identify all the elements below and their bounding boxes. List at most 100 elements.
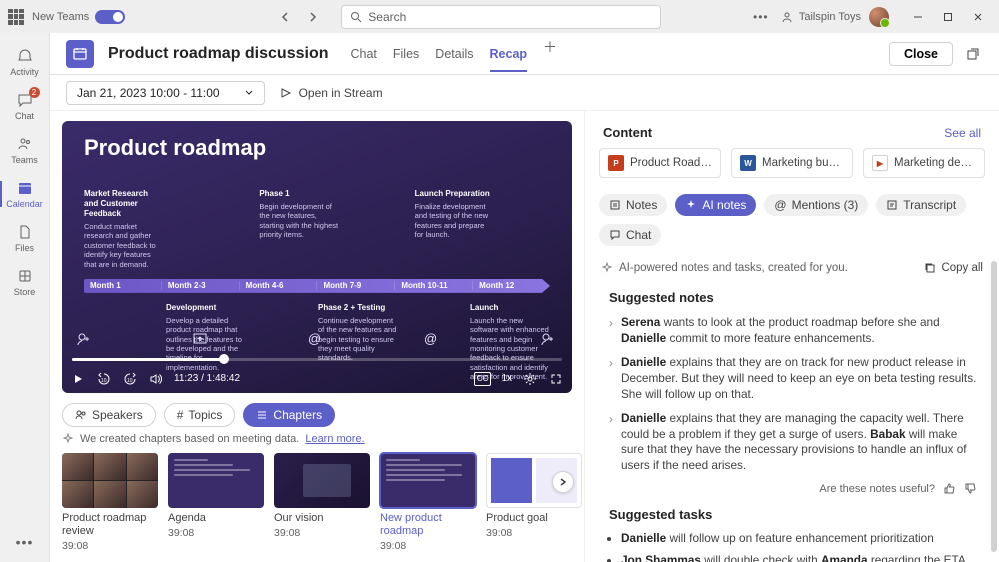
speakers-chip[interactable]: Speakers [62,403,156,427]
chapter-card[interactable]: Product roadmap review39:08 [62,453,158,552]
open-in-stream-button[interactable]: Open in Stream [279,86,383,100]
fullscreen-button[interactable] [548,371,564,387]
recording-player[interactable]: Product roadmap Market Research and Cust… [62,121,572,393]
video-time: 11:23 / 1:48:42 [174,373,240,384]
org-switcher[interactable]: Tailspin Toys [781,11,861,23]
rail-more-button[interactable]: ••• [0,534,50,550]
roadmap-timeline: Month 1Month 2-3Month 4-6Month 7-9Month … [84,279,550,293]
rail-label: Store [14,287,36,297]
chapter-card[interactable]: New product roadmap39:08 [380,453,476,552]
note-item[interactable]: ›Serena wants to look at the product roa… [609,311,979,351]
task-item[interactable]: Jon Shammas will double check with Amand… [621,550,975,562]
chevron-down-icon [244,88,254,98]
see-all-link[interactable]: See all [944,126,981,140]
skip-back-button[interactable]: 10 [96,371,112,387]
ai-notes-pill[interactable]: AI notes [675,194,756,216]
app-grid-icon[interactable] [8,9,24,25]
copy-icon [924,262,936,274]
close-button[interactable]: Close [889,42,953,66]
note-icon [609,199,621,211]
mention-marker-icon[interactable]: @ [424,331,442,349]
file-card[interactable]: ▶Marketing demo... [863,148,985,178]
rail-activity[interactable]: Activity [0,41,50,83]
rail-label: Files [15,243,34,253]
chapter-thumbnail [168,453,264,508]
window-maximize-button[interactable] [935,5,961,29]
screen-share-icon[interactable] [192,331,210,349]
tab-details[interactable]: Details [435,37,473,71]
progress-handle[interactable] [219,354,229,364]
more-options-button[interactable]: ••• [749,10,773,24]
note-item[interactable]: ›Danielle explains that they are on trac… [609,351,979,407]
search-icon [350,11,362,23]
tab-files[interactable]: Files [393,37,419,71]
rail-label: Activity [10,67,39,77]
settings-button[interactable] [522,371,538,387]
tab-recap[interactable]: Recap [490,37,528,71]
toggle-switch-icon[interactable] [95,10,125,24]
thumbs-down-button[interactable] [964,482,977,495]
thumbs-up-button[interactable] [943,482,956,495]
window-minimize-button[interactable] [905,5,931,29]
org-name: Tailspin Toys [799,11,861,23]
recording-column: Product roadmap Market Research and Cust… [50,111,584,562]
rail-calendar[interactable]: Calendar [0,173,50,215]
play-button[interactable] [70,371,86,387]
rail-chat[interactable]: 2Chat [0,85,50,127]
chapter-card[interactable]: Product goal39:08 [486,453,582,552]
add-tab-button[interactable]: ＋ [543,37,557,71]
task-item[interactable]: Danielle will follow up on feature enhan… [621,528,975,550]
mentions-pill[interactable]: @Mentions (3) [764,194,868,216]
copy-all-button[interactable]: Copy all [924,262,983,274]
chevron-right-icon: › [609,356,613,403]
learn-more-link[interactable]: Learn more. [305,433,364,445]
chapter-card[interactable]: Our vision39:08 [274,453,370,552]
window-close-button[interactable] [965,5,991,29]
file-card[interactable]: WMarketing budget... [731,148,853,178]
chapters-hint: We created chapters based on meeting dat… [62,433,572,445]
org-icon [781,11,793,23]
add-participant-icon[interactable] [540,331,558,349]
list-icon [256,409,268,421]
chapters-chip[interactable]: Chapters [243,403,335,427]
slide-content: Market Research and Customer FeedbackCon… [84,189,550,382]
playback-speed-button[interactable]: 1x [501,371,512,387]
search-input[interactable]: Search [341,5,661,29]
new-teams-toggle[interactable]: New Teams [32,10,125,24]
slide-title: Product roadmap [62,121,572,167]
scrollbar-thumb[interactable] [991,261,997,552]
transcript-pill[interactable]: Transcript [876,194,966,216]
rail-store[interactable]: Store [0,261,50,303]
video-progress-bar[interactable] [72,358,562,361]
feedback-row: Are these notes useful? [585,478,999,497]
tab-chat[interactable]: Chat [350,37,376,71]
mention-marker-icon[interactable]: @ [308,331,326,349]
title-bar: New Teams Search ••• Tailspin Toys [0,0,999,33]
hash-icon: # [177,408,184,422]
suggested-tasks-heading: Suggested tasks [585,497,999,528]
note-item[interactable]: ›Danielle explains that they are managin… [609,407,979,479]
volume-button[interactable] [148,371,164,387]
add-participant-icon[interactable] [76,331,94,349]
notes-pill[interactable]: Notes [599,194,667,216]
user-avatar[interactable] [869,7,889,27]
nav-forward-button[interactable] [301,5,325,29]
search-placeholder: Search [368,10,406,24]
file-card[interactable]: PProduct Roadmap... [599,148,721,178]
file-list: PProduct Roadmap... WMarketing budget...… [585,148,999,190]
topics-chip[interactable]: #Topics [164,403,236,427]
rail-files[interactable]: Files [0,217,50,259]
skip-forward-button[interactable]: 10 [122,371,138,387]
chapter-thumbnail [380,453,476,508]
rail-teams[interactable]: Teams [0,129,50,171]
svg-text:10: 10 [127,378,133,384]
ai-attribution-row: AI-powered notes and tasks, created for … [585,256,999,280]
recording-date-selector[interactable]: Jan 21, 2023 10:00 - 11:00 [66,81,265,105]
chapter-card[interactable]: Agenda39:08 [168,453,264,552]
chapter-thumbnail [62,453,158,508]
captions-button[interactable]: CC [474,372,492,386]
open-external-button[interactable] [963,44,983,64]
chat-pill[interactable]: Chat [599,224,661,246]
nav-back-button[interactable] [273,5,297,29]
chapters-next-button[interactable] [552,471,574,493]
